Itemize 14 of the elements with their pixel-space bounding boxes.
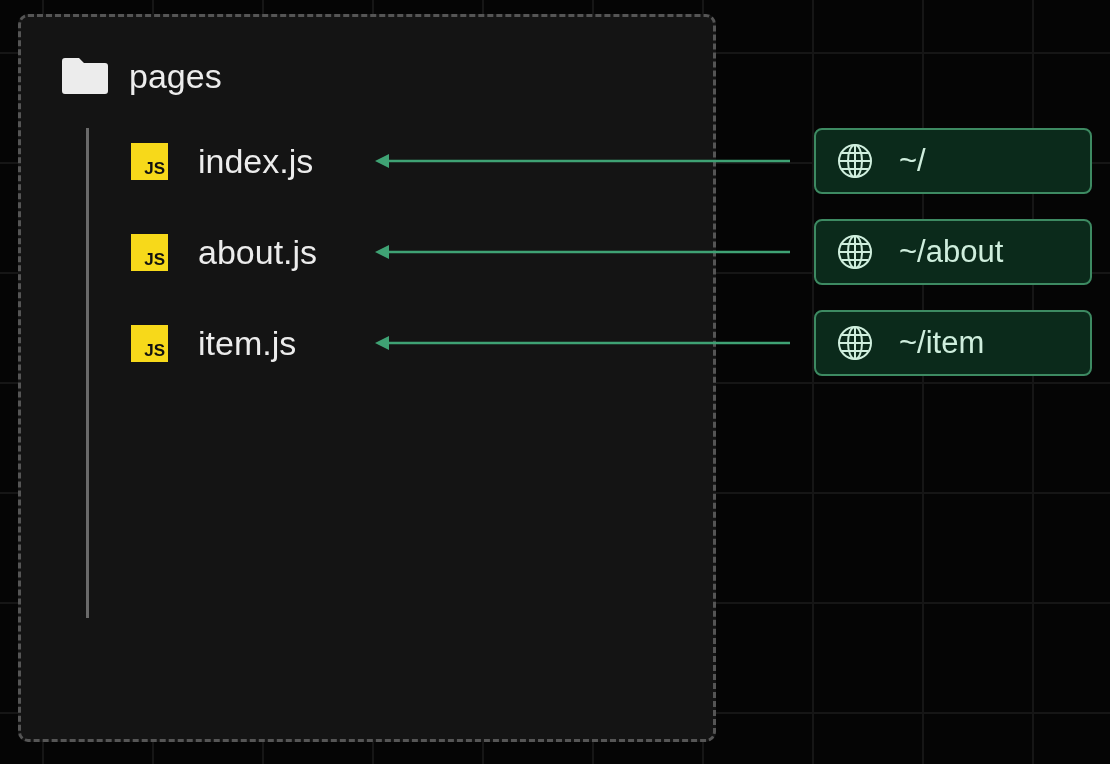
route-path: ~/about <box>899 234 1004 270</box>
js-file-icon: JS <box>131 324 168 362</box>
folder-name: pages <box>129 56 222 96</box>
js-file-icon: JS <box>131 142 168 180</box>
folder-icon <box>62 58 108 94</box>
file-name: index.js <box>198 141 315 181</box>
js-file-icon: JS <box>131 233 168 271</box>
globe-icon <box>837 234 873 270</box>
globe-icon <box>837 325 873 361</box>
file-name: about.js <box>198 232 319 272</box>
route-path: ~/ <box>899 143 926 179</box>
globe-icon <box>837 143 873 179</box>
file-name: item.js <box>198 323 298 363</box>
route-path: ~/item <box>899 325 985 361</box>
